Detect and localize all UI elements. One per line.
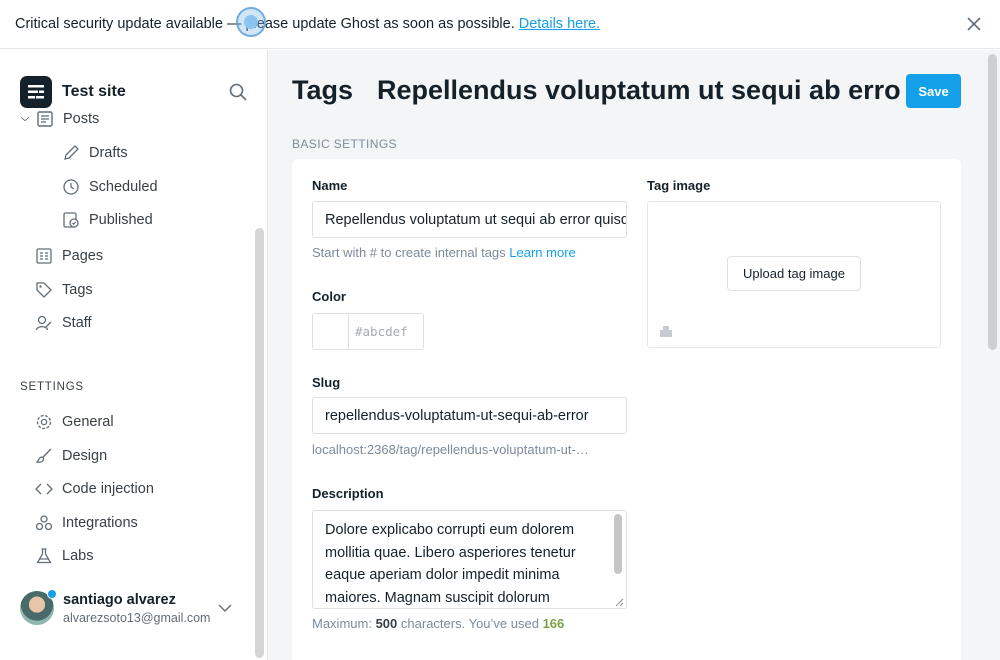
sidebar-item-label: Integrations [62,515,138,531]
color-input[interactable]: #abcdef [348,313,424,350]
name-hint-text: Start with # to create internal tags [312,245,506,260]
sidebar-item-label: Staff [62,315,92,331]
sidebar-item-label: Code injection [62,481,154,497]
count-max: 500 [375,616,398,631]
learn-more-link[interactable]: Learn more [509,245,575,260]
slug-label: Slug [312,375,341,390]
save-button[interactable]: Save [906,74,961,108]
color-swatch[interactable] [312,313,349,350]
sidebar-item-scheduled[interactable]: Scheduled [62,178,158,196]
tag-image-label: Tag image [647,178,711,193]
tag-icon [36,282,52,298]
staff-icon [35,315,52,331]
sidebar: Test site Posts Drafts Scheduled Publish… [0,50,268,660]
breadcrumb: Tags Repellendus voluptatum ut sequi ab … [292,75,902,106]
color-label: Color [312,289,346,304]
description-scrollbar[interactable] [614,514,622,574]
name-field[interactable]: Repellendus voluptatum ut sequi ab error… [312,201,627,238]
breadcrumb-tags-link[interactable]: Tags [292,75,353,106]
chevron-down-icon [20,116,30,122]
slug-field[interactable]: repellendus-voluptatum-ut-sequi-ab-error [312,397,627,434]
sidebar-item-drafts[interactable]: Drafts [62,144,128,162]
banner-details-link[interactable]: Details here. [519,16,600,32]
cursor-indicator [236,7,266,37]
update-banner: Critical security update available — ple… [0,0,1000,49]
user-email: alvarezsoto13@gmail.com [63,610,211,625]
chevron-down-icon[interactable] [218,603,232,613]
sidebar-item-staff[interactable]: Staff [35,314,92,332]
sidebar-item-design[interactable]: Design [35,447,107,465]
site-logo-icon [20,76,52,108]
sidebar-item-label: Published [89,212,153,228]
name-label: Name [312,178,348,193]
tag-settings-card: Name Repellendus voluptatum ut sequi ab … [292,159,961,660]
sidebar-item-tags[interactable]: Tags [35,281,93,299]
name-hint: Start with # to create internal tags Lea… [312,245,576,260]
description-count: Maximum: 500 characters. You’ve used 166 [312,616,564,631]
sidebar-item-general[interactable]: General [35,413,114,431]
resize-handle-icon[interactable] [614,597,624,607]
image-icon [660,326,672,337]
pages-icon [36,248,52,264]
tag-image-dropzone[interactable]: Upload tag image [647,201,941,348]
count-mid: characters. You’ve used [400,616,539,631]
sidebar-item-labs[interactable]: Labs [35,547,93,565]
main-content: Tags Repellendus voluptatum ut sequi ab … [268,50,1000,660]
site-name: Test site [62,83,126,100]
user-name: santiago alvarez [63,591,176,608]
settings-heading: SETTINGS [20,381,84,393]
gear-icon [36,414,52,430]
description-label: Description [312,486,384,501]
published-icon [63,212,79,228]
sidebar-item-label: General [62,414,114,430]
section-title: BASIC SETTINGS [292,137,397,151]
user-menu[interactable]: santiago alvarez alvarezsoto13@gmail.com [20,589,232,625]
posts-icon [37,111,53,127]
close-icon[interactable] [965,15,983,33]
avatar [20,589,57,625]
sidebar-scrollbar[interactable] [255,228,264,658]
sidebar-item-posts[interactable]: Posts [20,110,99,128]
sidebar-item-integrations[interactable]: Integrations [35,514,138,532]
pencil-icon [64,145,79,160]
slug-url: localhost:2368/tag/repellendus-voluptatu… [312,442,589,457]
sidebar-item-pages[interactable]: Pages [35,247,103,265]
search-icon[interactable] [228,82,248,102]
integrations-icon [35,515,53,531]
description-field[interactable]: Dolore explicabo corrupti eum dolorem mo… [312,510,627,609]
count-used: 166 [542,616,565,631]
upload-tag-image-button[interactable]: Upload tag image [727,256,861,291]
sidebar-item-published[interactable]: Published [62,211,153,229]
code-icon [35,483,53,495]
sidebar-item-code-injection[interactable]: Code injection [35,480,154,498]
clock-icon [63,179,79,195]
sidebar-item-label: Drafts [89,145,128,161]
sidebar-item-label: Pages [62,248,104,264]
brush-icon [35,448,52,463]
main-scrollbar[interactable] [988,54,997,350]
count-prefix: Maximum: [312,616,372,631]
notification-dot [47,589,57,599]
sidebar-item-label: Tags [62,282,93,298]
site-header[interactable]: Test site [20,76,126,108]
page-title: Repellendus voluptatum ut sequi ab error [377,75,902,105]
sidebar-item-label: Scheduled [89,179,158,195]
sidebar-item-label: Design [62,448,108,464]
sidebar-item-label: Labs [62,548,94,564]
flask-icon [36,548,52,564]
sidebar-item-label: Posts [63,111,100,127]
